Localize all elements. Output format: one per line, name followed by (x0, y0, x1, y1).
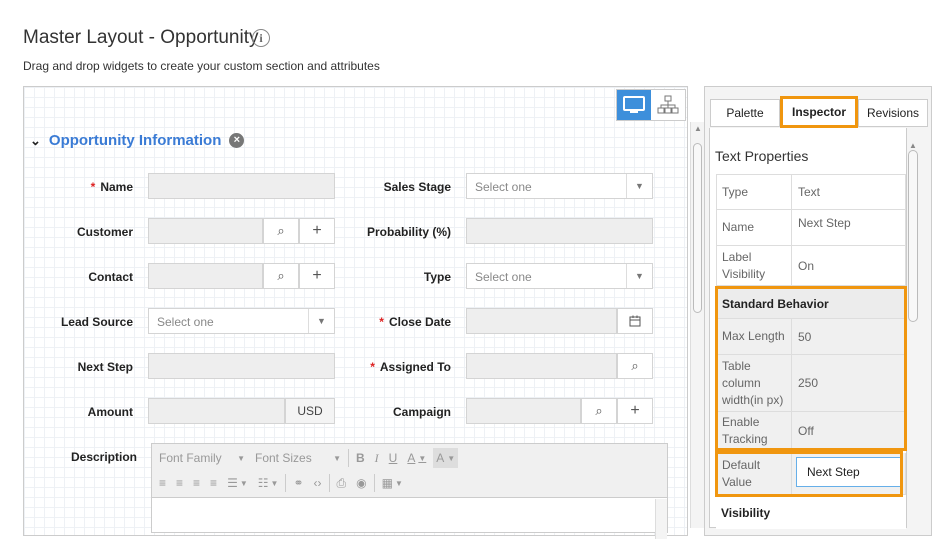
property-row: Type Text (716, 174, 906, 210)
remove-section-icon[interactable]: × (229, 133, 245, 148)
search-icon[interactable]: ⌕ (617, 353, 653, 379)
assigned-to-field[interactable] (466, 353, 617, 379)
monitor-icon (623, 96, 645, 113)
lead-source-select[interactable]: Select one ▼ (148, 308, 335, 334)
table-icon[interactable]: ▦ ▼ (379, 473, 406, 493)
standard-behavior-highlight (715, 286, 907, 451)
bold-icon[interactable]: B (353, 448, 368, 468)
customer-field[interactable] (148, 218, 263, 244)
name-field[interactable] (148, 173, 335, 199)
amount-field[interactable] (148, 398, 285, 424)
preview-icon[interactable]: ◉ (353, 473, 369, 493)
close-date-field[interactable] (466, 308, 617, 334)
link-icon[interactable]: ⚭ (290, 473, 306, 493)
search-icon[interactable]: ⌕ (263, 263, 299, 289)
section-title: Opportunity Information (48, 132, 222, 149)
numbered-list-icon[interactable]: ☷ ▼ (255, 473, 282, 493)
caret-down-icon: ▼ (308, 309, 334, 333)
canvas-scroll-thumb[interactable] (693, 143, 702, 313)
default-value-highlight (715, 451, 903, 497)
tab-palette[interactable]: Palette (710, 99, 780, 127)
scroll-up-icon[interactable]: ▲ (909, 141, 917, 150)
caret-down-icon: ▼ (626, 174, 652, 198)
search-icon[interactable]: ⌕ (263, 218, 299, 244)
align-justify-icon[interactable]: ≡ (207, 473, 220, 493)
font-size-select[interactable]: Font Sizes ▼ (252, 448, 344, 468)
section-header: ⌄ Opportunity Information × (30, 132, 245, 149)
highlight-color-icon[interactable]: A ▼ (433, 448, 459, 468)
property-row: Label Visibility On (716, 246, 906, 286)
add-icon[interactable]: + (299, 263, 335, 289)
currency-addon: USD (285, 398, 335, 424)
name-label: * Name (90, 180, 133, 194)
properties-heading: Text Properties (715, 148, 809, 164)
italic-icon[interactable]: I (372, 448, 382, 468)
campaign-label: Campaign (392, 405, 451, 419)
sales-stage-label: Sales Stage (383, 180, 451, 194)
add-icon[interactable]: + (299, 218, 335, 244)
hierarchy-icon (657, 95, 679, 114)
hierarchy-view-button[interactable] (651, 90, 685, 120)
caret-down-icon: ▼ (626, 264, 652, 288)
probability-field[interactable] (466, 218, 653, 244)
description-editor[interactable]: Font Family ▼ Font Sizes ▼ B I U A ▼ A ▼ ≡… (151, 443, 668, 539)
underline-icon[interactable]: U (386, 448, 401, 468)
contact-label: Contact (88, 270, 133, 284)
amount-label: Amount (87, 405, 133, 419)
align-left-icon[interactable]: ≡ (156, 473, 169, 493)
scroll-up-icon[interactable]: ▲ (694, 124, 702, 133)
add-icon[interactable]: + (617, 398, 653, 424)
next-step-label: Next Step (77, 360, 133, 374)
property-row: Name Next Step (716, 210, 906, 246)
print-icon[interactable]: ⎙ (334, 473, 350, 493)
font-family-select[interactable]: Font Family ▼ (156, 448, 248, 468)
panel-scroll-thumb[interactable] (908, 150, 918, 322)
editor-scrollbar[interactable] (655, 499, 667, 539)
page-subtitle: Drag and drop widgets to create your cus… (23, 59, 380, 73)
close-date-label: * Close Date (379, 315, 451, 329)
tab-revisions[interactable]: Revisions (858, 99, 928, 127)
editor-toolbar: Font Family ▼ Font Sizes ▼ B I U A ▼ A ▼ ≡… (152, 444, 667, 498)
search-icon[interactable]: ⌕ (581, 398, 617, 424)
view-toggle (616, 89, 686, 121)
sales-stage-select[interactable]: Select one ▼ (466, 173, 653, 199)
customer-label: Customer (76, 225, 133, 239)
desktop-view-button[interactable] (617, 90, 651, 120)
code-icon[interactable]: ‹› (311, 473, 325, 493)
bullet-list-icon[interactable]: ☰ ▼ (224, 473, 251, 493)
align-right-icon[interactable]: ≡ (190, 473, 203, 493)
calendar-icon[interactable] (617, 308, 653, 334)
assigned-to-label: * Assigned To (370, 360, 451, 374)
visibility-header: Visibility (716, 497, 906, 529)
description-label: Description (70, 450, 137, 464)
chevron-down-icon[interactable]: ⌄ (30, 133, 41, 149)
campaign-field[interactable] (466, 398, 581, 424)
info-icon[interactable]: i (252, 29, 270, 47)
next-step-field[interactable] (148, 353, 335, 379)
align-center-icon[interactable]: ≡ (173, 473, 186, 493)
type-label: Type (423, 270, 451, 284)
page-title: Master Layout - Opportunity (23, 27, 259, 48)
font-color-icon[interactable]: A ▼ (404, 448, 429, 468)
probability-label: Probability (%) (366, 225, 451, 239)
lead-source-label: Lead Source (60, 315, 133, 329)
type-select[interactable]: Select one ▼ (466, 263, 653, 289)
tab-inspector[interactable]: Inspector (780, 96, 858, 128)
contact-field[interactable] (148, 263, 263, 289)
